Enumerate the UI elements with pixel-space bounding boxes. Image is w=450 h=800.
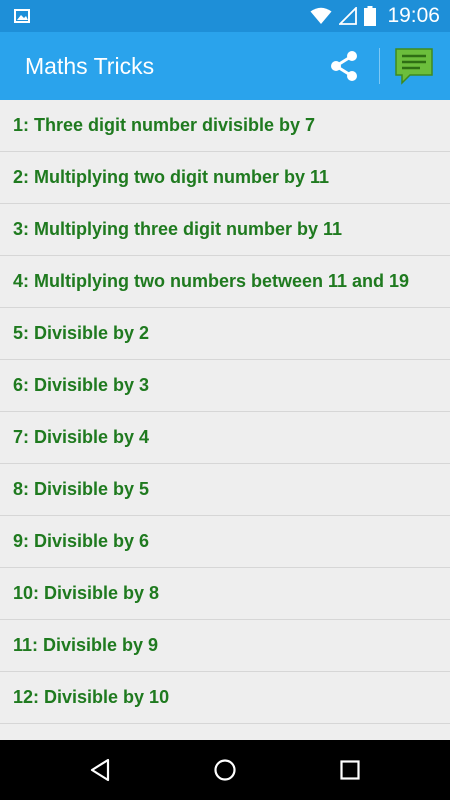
list-item[interactable]: 6: Divisible by 3: [0, 360, 450, 412]
recents-button[interactable]: [330, 750, 370, 790]
status-icons: 19:06: [310, 0, 440, 32]
back-button[interactable]: [80, 750, 120, 790]
image-icon: [14, 9, 30, 23]
status-bar: 19:06: [0, 0, 450, 32]
app-bar: Maths Tricks: [0, 32, 450, 100]
status-time: 19:06: [387, 4, 440, 27]
list-item[interactable]: 12: Divisible by 10: [0, 672, 450, 724]
list-item[interactable]: 4: Multiplying two numbers between 11 an…: [0, 256, 450, 308]
list-item[interactable]: 3: Multiplying three digit number by 11: [0, 204, 450, 256]
recents-icon: [340, 760, 360, 780]
home-icon: [214, 759, 236, 781]
share-button[interactable]: [312, 44, 376, 88]
tricks-list: 1: Three digit number divisible by 7 2: …: [0, 100, 450, 740]
wifi-icon: [310, 7, 332, 24]
battery-icon: [364, 6, 377, 26]
list-item[interactable]: 2: Multiplying two digit number by 11: [0, 152, 450, 204]
navigation-bar: [0, 740, 450, 800]
feedback-button[interactable]: [386, 42, 442, 90]
list-item[interactable]: 11: Divisible by 9: [0, 620, 450, 672]
list-item[interactable]: 1: Three digit number divisible by 7: [0, 100, 450, 152]
list-item[interactable]: 10: Divisible by 8: [0, 568, 450, 620]
app-title: Maths Tricks: [25, 53, 155, 79]
home-button[interactable]: [205, 750, 245, 790]
share-icon: [331, 51, 357, 81]
list-item[interactable]: 8: Divisible by 5: [0, 464, 450, 516]
back-icon: [90, 758, 110, 782]
feedback-icon: [395, 48, 433, 85]
action-divider: [379, 48, 380, 84]
signal-icon: [339, 7, 358, 25]
list-item[interactable]: 9: Divisible by 6: [0, 516, 450, 568]
list-item[interactable]: 5: Divisible by 2: [0, 308, 450, 360]
list-item[interactable]: 7: Divisible by 4: [0, 412, 450, 464]
